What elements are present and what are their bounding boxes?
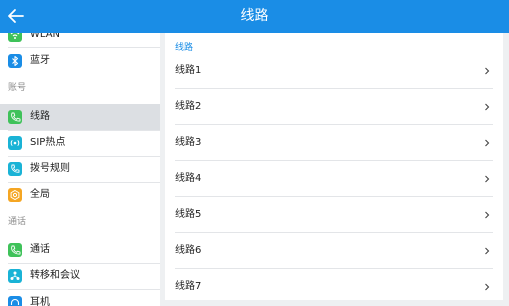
sidebar-item-global[interactable]: 全局 — [0, 182, 160, 208]
list-item-line-4[interactable]: 线路4 — [165, 161, 503, 197]
section-header-call: 通话 — [8, 217, 27, 227]
sip-hotspot-icon — [8, 136, 22, 150]
list-item-line-6[interactable]: 线路6 — [165, 233, 503, 269]
chevron-right-icon — [485, 283, 490, 291]
sidebar-item-label: SIP热点 — [30, 137, 66, 148]
list-item-label: 线路4 — [175, 173, 202, 184]
chevron-right-icon — [485, 175, 490, 183]
global-gear-icon — [8, 188, 22, 202]
sidebar-item-headset[interactable]: 耳机 — [0, 290, 160, 306]
call-icon — [8, 243, 22, 257]
list-item-label: 线路1 — [175, 65, 202, 76]
sidebar-item-label: 全局 — [30, 189, 50, 200]
list-item-label: 线路3 — [175, 137, 202, 148]
sidebar-item-dial-rule[interactable]: 拨号规则 — [0, 156, 160, 182]
sidebar-item-label: 耳机 — [30, 297, 50, 306]
chevron-right-icon — [485, 139, 490, 147]
headset-icon — [8, 296, 22, 306]
chevron-right-icon — [485, 103, 490, 111]
list-item-label: 线路7 — [175, 281, 202, 292]
title-bar: 线路 — [0, 0, 509, 33]
list-item-label: 线路5 — [175, 209, 202, 220]
list-item-line-5[interactable]: 线路5 — [165, 197, 503, 233]
sidebar-item-sip-hotspot[interactable]: SIP热点 — [0, 130, 160, 156]
transfer-conference-icon — [8, 269, 22, 283]
section-header-account: 账号 — [8, 83, 27, 93]
chevron-right-icon — [485, 247, 490, 255]
phone-line-icon — [8, 110, 22, 124]
page-title: 线路 — [240, 8, 269, 24]
bluetooth-icon — [8, 54, 22, 68]
line-list-panel: 线路 线路1 线路2 线路3 线路4 线路5 线路6 线路7 — [165, 33, 503, 300]
sidebar-item-label: WLAN — [30, 33, 61, 40]
sidebar-item-label: 拨号规则 — [30, 163, 70, 174]
sidebar-item-line[interactable]: 线路 — [0, 104, 160, 130]
sidebar-item-label: 通话 — [30, 244, 50, 255]
dial-rule-icon — [8, 162, 22, 176]
sidebar-item-call[interactable]: 通话 — [0, 237, 160, 263]
sidebar: WLAN 蓝牙 账号 线路 SIP热点 拨号规则 全局 通话 通话 转移和会议 … — [0, 33, 160, 306]
list-item-label: 线路6 — [175, 245, 202, 256]
sidebar-item-bluetooth[interactable]: 蓝牙 — [0, 48, 160, 74]
sidebar-item-transfer-conference[interactable]: 转移和会议 — [0, 263, 160, 289]
list-item-line-1[interactable]: 线路1 — [165, 53, 503, 89]
list-item-label: 线路2 — [175, 101, 202, 112]
list-header: 线路 — [175, 43, 194, 53]
sidebar-item-label: 蓝牙 — [30, 55, 50, 66]
list-item-line-2[interactable]: 线路2 — [165, 89, 503, 125]
sidebar-item-label: 线路 — [30, 111, 50, 122]
sidebar-item-wlan[interactable]: WLAN — [0, 33, 160, 48]
list-item-line-3[interactable]: 线路3 — [165, 125, 503, 161]
wlan-icon — [8, 33, 22, 42]
chevron-right-icon — [485, 211, 490, 219]
chevron-right-icon — [485, 67, 490, 75]
list-item-line-7[interactable]: 线路7 — [165, 269, 503, 305]
sidebar-item-label: 转移和会议 — [30, 270, 80, 281]
